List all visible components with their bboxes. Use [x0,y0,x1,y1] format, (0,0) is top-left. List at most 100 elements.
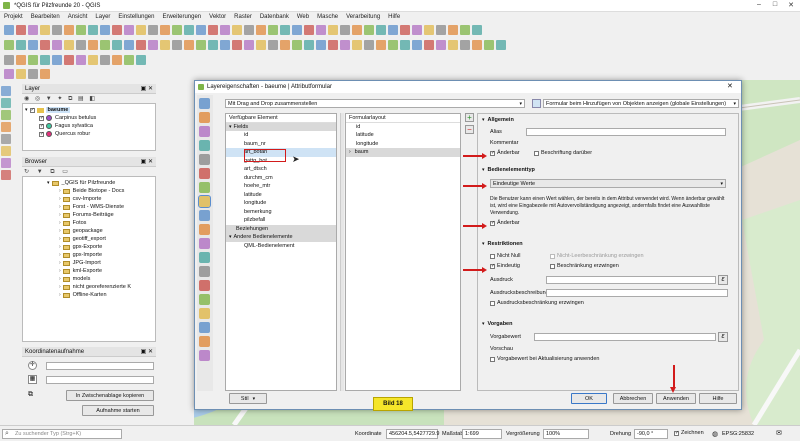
toolbar-tool-icon[interactable] [112,25,122,35]
magnifier-spinbox[interactable]: 100% [543,429,589,439]
layer-item[interactable]: Fagus sylvatica [25,122,153,130]
toolbar-tool-icon[interactable] [16,40,26,50]
toolbar-tool-icon[interactable] [292,40,302,50]
menu-item[interactable]: Vektor [209,14,226,20]
available-field-item[interactable]: id [226,131,336,140]
general-section-title[interactable]: ▾ Allgemein [482,117,514,123]
layer-visibility-checkbox[interactable] [39,123,44,129]
expression-input[interactable] [546,276,716,284]
add-layer-tool-icon[interactable] [1,158,11,168]
toolbar-tool-icon[interactable] [112,40,122,50]
available-field-item[interactable]: hoehe_mtr [226,182,336,191]
toolbar-tool-icon[interactable] [40,40,50,50]
layer-group[interactable]: ▾ baeume [25,106,153,114]
toolbar-tool-icon[interactable] [28,55,38,65]
toolbar-tool-icon[interactable] [4,25,14,35]
toolbar-tool-icon[interactable] [4,55,14,65]
menu-item[interactable]: Einstellungen [118,14,154,20]
toolbar-tool-icon[interactable] [64,40,74,50]
start-capture-button[interactable]: Aufnahme starten [82,405,154,416]
not-null-enforce-checkbox[interactable] [550,253,555,259]
toolbar-tool-icon[interactable] [496,40,506,50]
layer-item[interactable]: Quercus robur [25,130,153,138]
toolbar-tool-icon[interactable] [412,25,422,35]
toolbar-tool-icon[interactable] [340,25,350,35]
layer-tools-icons[interactable]: ◉ ◎ ▼ ✦ ⧉ ▤ ◧ [24,95,97,103]
expression-builder-icon[interactable]: ε [718,275,728,285]
browser-folder-item[interactable]: › geotiff_export [25,235,153,243]
dialog-close-icon[interactable]: ✕ [727,82,733,90]
toolbar-tool-icon[interactable] [208,40,218,50]
available-field-item[interactable]: latitude [226,191,336,200]
toolbar-tool-icon[interactable] [388,40,398,50]
browser-folder-item[interactable]: › gpx-Exporte [25,243,153,251]
property-tab-icon[interactable] [199,182,210,193]
toolbar-tool-icon[interactable] [268,40,278,50]
expression-enforce-checkbox[interactable] [490,300,495,306]
menu-item[interactable]: Ansicht [68,14,88,20]
toolbar-tool-icon[interactable] [28,40,38,50]
unique-checkbox[interactable] [490,263,495,269]
widget-editable-row[interactable]: Änderbar [490,220,520,226]
default-expression-icon[interactable]: ε [718,332,728,342]
toolbar-tool-icon[interactable] [88,40,98,50]
available-widget-item[interactable]: QML-Bedienelement [226,242,336,251]
add-layer-tool-icon[interactable] [1,98,11,108]
layer-item[interactable]: Carpinus betulus [25,114,153,122]
property-tab-icon[interactable] [199,266,210,277]
toolbar-tool-icon[interactable] [472,40,482,50]
available-field-item[interactable]: bemerkung [226,208,336,217]
toolbar-tool-icon[interactable] [160,25,170,35]
add-layer-tool-icon[interactable] [1,86,11,96]
property-tab-icon[interactable] [199,336,210,347]
available-field-item[interactable]: longitude [226,199,336,208]
close-icon[interactable]: ✕ [784,1,798,9]
splitter[interactable] [340,113,344,391]
browser-folder-item[interactable]: › csv-Importe [25,195,153,203]
layout-item[interactable]: longitude [346,140,460,149]
toolbar-tool-icon[interactable] [76,40,86,50]
property-tab-icon[interactable] [199,322,210,333]
toolbar-tool-icon[interactable] [268,25,278,35]
toolbar-tool-icon[interactable] [64,55,74,65]
toolbar-tool-icon[interactable] [412,40,422,50]
toolbar-tool-icon[interactable] [52,25,62,35]
toolbar-tool-icon[interactable] [136,25,146,35]
toolbar-tool-icon[interactable] [4,40,14,50]
toolbar-tool-icon[interactable] [244,25,254,35]
menu-item[interactable]: Web [297,14,309,20]
layout-mode-combo[interactable]: Mit Drag and Drop zusammenstellen ▾ [225,99,525,108]
toolbar-tool-icon[interactable] [172,25,182,35]
toolbar-tool-icon[interactable] [76,25,86,35]
toolbar-tool-icon[interactable] [184,25,194,35]
toolbar-tool-icon[interactable] [400,25,410,35]
toolbar-tool-icon[interactable] [16,69,26,79]
toolbar-tool-icon[interactable] [88,55,98,65]
toolbar-tool-icon[interactable] [100,55,110,65]
apply-on-update-row[interactable]: Vorgabewert bei Aktualisierung anwenden [490,356,599,362]
editable-checkbox-row[interactable]: Änderbar [490,150,520,156]
property-tab-icon[interactable] [199,224,210,235]
available-field-item[interactable]: durchm_cm [226,174,336,183]
toolbar-tool-icon[interactable] [160,40,170,50]
toolbar-tool-icon[interactable] [484,40,494,50]
browser-tools-icons[interactable]: ↻ ▼ ⧉ ▭ [24,168,71,176]
toolbar-tool-icon[interactable] [4,69,14,79]
menu-item[interactable]: Masche [317,14,338,20]
property-tab-icon[interactable] [199,280,210,291]
apply-button[interactable]: Anwenden [656,393,696,404]
toolbar-tool-icon[interactable] [388,25,398,35]
copy-to-clipboard-button[interactable]: In Zwischenablage kopieren [66,390,154,401]
toolbar-tool-icon[interactable] [136,55,146,65]
layout-item[interactable]: › baum [346,148,460,157]
not-null-checkbox[interactable] [490,253,495,259]
browser-folder-item[interactable]: › Forst - WMS-Dienste [25,203,153,211]
menu-item[interactable]: Datenbank [260,14,289,20]
default-value-input[interactable] [534,333,716,341]
apply-on-update-checkbox[interactable] [490,356,495,362]
toolbar-tool-icon[interactable] [100,40,110,50]
toolbar-tool-icon[interactable] [280,40,290,50]
unique-enforce-checkbox[interactable] [550,263,555,269]
help-button[interactable]: Hilfe [699,393,737,404]
toolbar-tool-icon[interactable] [136,40,146,50]
